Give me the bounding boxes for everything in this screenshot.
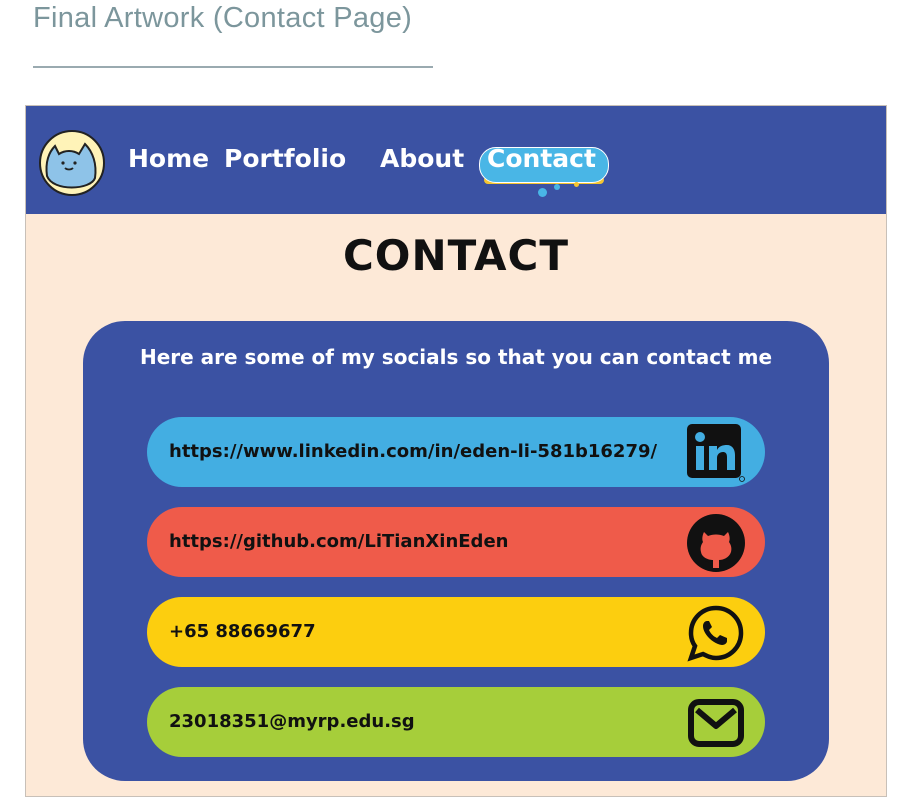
paint-drop	[574, 182, 579, 187]
github-icon	[687, 514, 745, 572]
cat-icon	[45, 142, 97, 189]
nav-home[interactable]: Home	[128, 144, 209, 173]
phone-link[interactable]: +65 88669677	[147, 597, 765, 667]
linkedin-link[interactable]: https://www.linkedin.com/in/eden-li-581b…	[147, 417, 765, 487]
nav-contact-active[interactable]: Contact	[474, 142, 614, 208]
linkedin-url: https://www.linkedin.com/in/eden-li-581b…	[169, 441, 658, 462]
nav-about[interactable]: About	[380, 144, 464, 173]
github-url: https://github.com/LiTianXinEden	[169, 531, 509, 552]
navbar: Home Portfolio About Contact	[26, 106, 886, 214]
socials-card: Here are some of my socials so that you …	[83, 321, 829, 781]
page-title: CONTACT	[342, 231, 570, 280]
email-link[interactable]: 23018351@myrp.edu.sg	[147, 687, 765, 757]
cat-logo-avatar[interactable]	[39, 130, 105, 196]
contact-page-frame: Home Portfolio About Contact CONTACT Her…	[25, 105, 887, 797]
email-icon	[688, 699, 744, 747]
page-caption: Final Artwork (Contact Page)	[33, 2, 413, 34]
socials-heading: Here are some of my socials so that you …	[139, 345, 773, 369]
whatsapp-icon	[687, 605, 744, 662]
email-address: 23018351@myrp.edu.sg	[169, 711, 415, 732]
paint-drop	[554, 184, 560, 190]
paint-drop	[538, 188, 547, 197]
nav-contact[interactable]: Contact	[487, 144, 596, 173]
nav-portfolio[interactable]: Portfolio	[224, 144, 346, 173]
linkedin-icon	[687, 424, 745, 482]
caption-underline	[33, 66, 433, 68]
phone-number: +65 88669677	[169, 621, 316, 642]
github-link[interactable]: https://github.com/LiTianXinEden	[147, 507, 765, 577]
